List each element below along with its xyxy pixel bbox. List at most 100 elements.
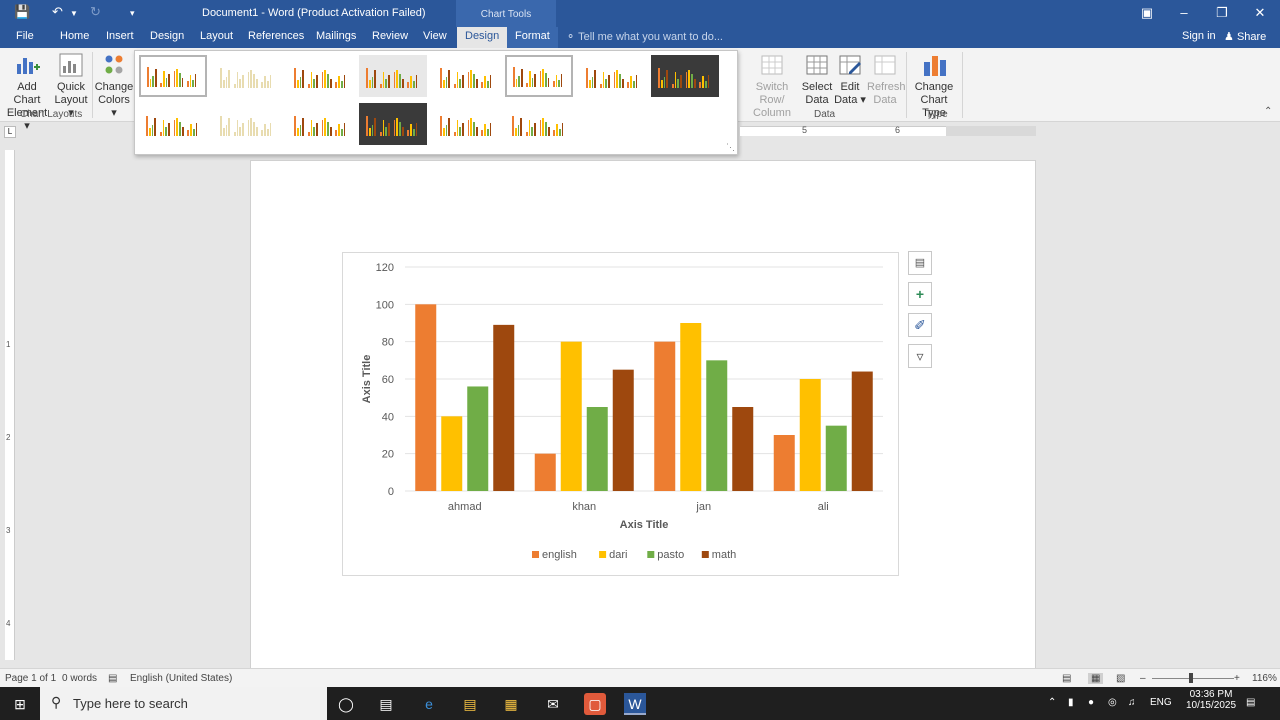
bar-pasto-ahmad[interactable] (467, 386, 489, 491)
tell-me-search[interactable]: ⚬ Tell me what you want to do... (566, 30, 723, 43)
zoom-in-button[interactable]: + (1234, 673, 1240, 684)
y-tick-label[interactable]: 60 (382, 374, 394, 386)
bar-math-ahmad[interactable] (493, 324, 515, 491)
taskbar-search[interactable]: ⚲ Type here to search (40, 687, 327, 720)
legend-swatch-dari[interactable] (599, 551, 607, 558)
legend-label-pasto[interactable]: pasto (657, 549, 684, 561)
bar-dari-khan[interactable] (560, 341, 582, 491)
save-icon[interactable]: 💾 (14, 4, 30, 20)
legend-swatch-math[interactable] (701, 551, 709, 558)
chart-elements-button[interactable]: + (908, 282, 932, 306)
chart-style-thumbnail[interactable] (213, 55, 281, 97)
refresh-data-button[interactable]: Refresh Data (867, 52, 906, 107)
tab-selector[interactable]: L (4, 126, 16, 138)
bar-dari-jan[interactable] (680, 323, 702, 491)
page-count[interactable]: Page 1 of 1 (5, 673, 56, 684)
tab-layout[interactable]: Layout (200, 30, 233, 42)
mic-icon[interactable]: ● (1088, 697, 1094, 708)
chart-style-thumbnail[interactable] (213, 103, 281, 145)
print-layout-icon[interactable]: ▦ (1088, 673, 1104, 684)
undo-icon[interactable]: ↶ (52, 4, 63, 20)
undo-dropdown-icon[interactable]: ▼ (70, 9, 78, 18)
x-tick-label[interactable]: jan (695, 501, 711, 513)
x-tick-label[interactable]: khan (572, 501, 596, 513)
word-count[interactable]: 0 words (62, 673, 97, 684)
chart-styles-button[interactable]: ✐ (908, 313, 932, 337)
bar-math-ali[interactable] (851, 371, 873, 491)
vertical-ruler[interactable]: 1 2 3 4 (5, 150, 15, 660)
zoom-slider-thumb[interactable] (1189, 673, 1193, 683)
sign-in-link[interactable]: Sign in (1182, 30, 1216, 42)
tab-chart-design[interactable]: Design (457, 27, 508, 48)
chart-style-thumbnail[interactable] (433, 55, 501, 97)
bar-english-jan[interactable] (654, 341, 676, 491)
legend-label-math[interactable]: math (712, 549, 736, 561)
web-layout-icon[interactable]: ▧ (1116, 673, 1125, 684)
input-language[interactable]: ENG (1150, 697, 1172, 708)
chart-style-thumbnail[interactable] (287, 103, 355, 145)
bar-english-khan[interactable] (534, 453, 556, 491)
chart-style-thumbnail[interactable] (505, 103, 573, 145)
y-tick-label[interactable]: 20 (382, 449, 394, 461)
bar-pasto-khan[interactable] (586, 407, 608, 491)
ribbon-display-options-icon[interactable]: ▣ (1137, 5, 1157, 21)
minimize-icon[interactable]: – (1174, 5, 1194, 20)
chart-style-thumbnail[interactable] (287, 55, 355, 97)
task-view-icon[interactable]: ▤ (375, 693, 397, 715)
collapse-ribbon-icon[interactable]: ⌃ (1264, 106, 1272, 117)
bar-english-ahmad[interactable] (415, 304, 437, 491)
app-icon[interactable]: ▢ (584, 693, 606, 715)
show-hidden-icons[interactable]: ⌃ (1048, 697, 1056, 708)
bar-math-jan[interactable] (732, 407, 754, 491)
add-chart-element-button[interactable]: Add Chart Element ▾ (4, 52, 50, 133)
chart-style-thumbnail[interactable] (139, 55, 207, 97)
tab-insert[interactable]: Insert (106, 30, 134, 42)
change-colors-button[interactable]: Change Colors ▾ (94, 52, 134, 120)
cortana-icon[interactable]: ◯ (335, 693, 357, 715)
network-icon[interactable]: ◎ (1108, 697, 1117, 708)
resize-grip-icon[interactable]: ⋱ (726, 142, 735, 153)
legend-label-dari[interactable]: dari (609, 549, 627, 561)
close-icon[interactable]: ✕ (1250, 5, 1270, 21)
bar-pasto-jan[interactable] (706, 360, 728, 491)
bar-english-ali[interactable] (773, 435, 795, 491)
switch-row-column-button[interactable]: Switch Row/ Column (742, 52, 802, 120)
tab-review[interactable]: Review (372, 30, 408, 42)
restore-icon[interactable]: ❐ (1212, 5, 1232, 21)
chart-style-thumbnail[interactable] (579, 55, 647, 97)
x-tick-label[interactable]: ahmad (448, 501, 482, 513)
tab-home[interactable]: Home (60, 30, 89, 42)
zoom-out-button[interactable]: – (1140, 673, 1146, 684)
windows-start-icon[interactable]: ⊞ (9, 693, 31, 715)
zoom-level[interactable]: 116% (1252, 673, 1277, 684)
zoom-slider[interactable] (1152, 678, 1234, 679)
select-data-button[interactable]: Select Data (801, 52, 833, 107)
chart-style-thumbnail[interactable] (359, 103, 427, 145)
clock[interactable]: 03:36 PM 10/15/2025 (1184, 689, 1238, 711)
tab-chart-format[interactable]: Format (507, 27, 558, 48)
notifications-icon[interactable]: ▤ (1246, 697, 1255, 708)
y-tick-label[interactable]: 120 (376, 262, 394, 274)
bar-dari-ali[interactable] (799, 379, 821, 491)
edit-data-button[interactable]: Edit Data ▾ (834, 52, 866, 107)
chart-area[interactable]: 0 20 40 60 80 100 120 ahmad khan jan ali Axis Title… (342, 252, 899, 576)
chart-style-thumbnail[interactable] (651, 55, 719, 97)
chart-style-thumbnail[interactable] (433, 103, 501, 145)
bar-math-khan[interactable] (612, 369, 634, 491)
redo-icon[interactable]: ↻ (90, 4, 101, 20)
y-tick-label[interactable]: 100 (376, 299, 394, 311)
language[interactable]: English (United States) (130, 673, 232, 684)
tab-file[interactable]: File (16, 30, 34, 42)
legend-label-english[interactable]: english (542, 549, 577, 561)
chart-style-thumbnail[interactable] (505, 55, 573, 97)
chart-style-thumbnail[interactable] (139, 103, 207, 145)
x-axis-title[interactable]: Axis Title (620, 519, 669, 531)
word-taskbar-icon[interactable]: W (624, 693, 646, 715)
tab-references[interactable]: References (248, 30, 304, 42)
layout-options-button[interactable]: ▤ (908, 251, 932, 275)
x-tick-label[interactable]: ali (818, 501, 829, 513)
file-explorer-icon[interactable]: ▤ (459, 693, 481, 715)
bar-dari-ahmad[interactable] (441, 416, 463, 491)
y-tick-label[interactable]: 80 (382, 337, 394, 349)
mail-icon[interactable]: ✉ (542, 693, 564, 715)
